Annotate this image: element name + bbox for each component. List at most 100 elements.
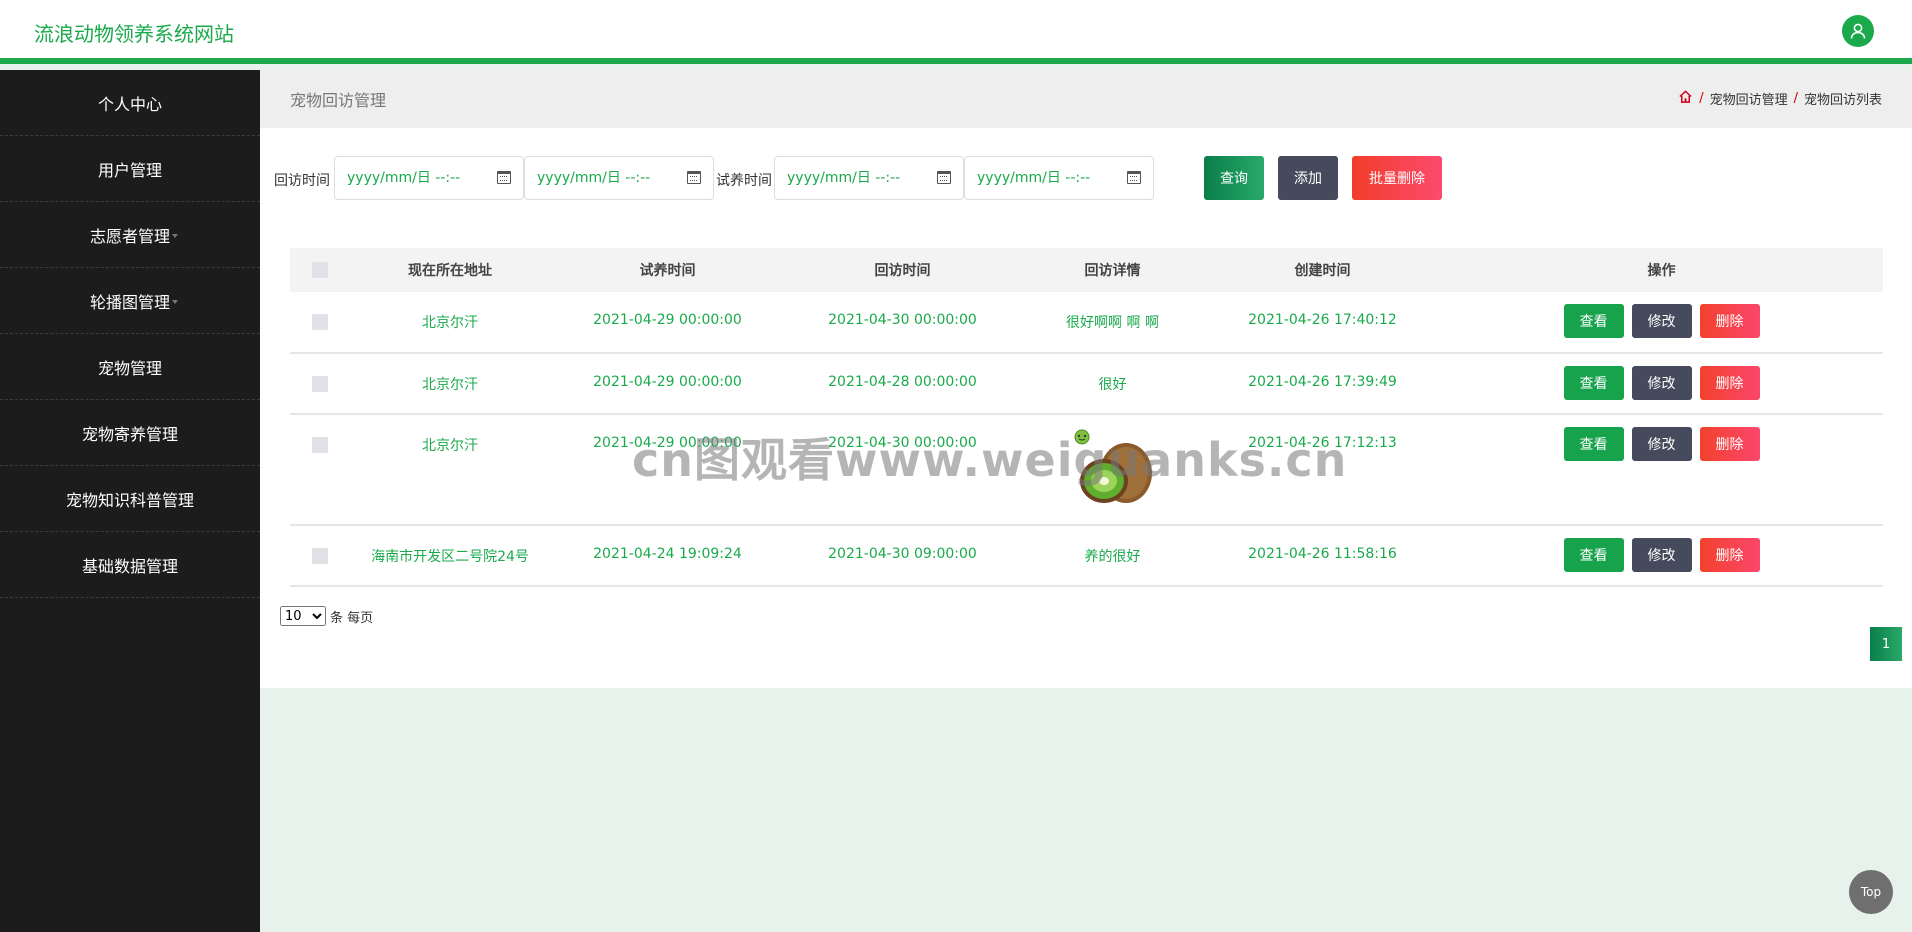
sidebar-item-base-data-management[interactable]: 基础数据管理: [0, 532, 260, 598]
page-size-suffix: 条 每页: [330, 610, 374, 626]
row-actions: 查看 修改 删除: [1440, 538, 1883, 572]
row-checkbox[interactable]: [312, 437, 328, 453]
edit-button[interactable]: 修改: [1631, 366, 1692, 400]
column-header: 现在所在地址: [408, 263, 492, 279]
input-placeholder: yyyy/mm/日 --:--: [537, 170, 651, 186]
visit-table: 现在所在地址 试养时间 回访时间 回访详情 创建时间 操作 北京尔汗 2021-…: [290, 248, 1883, 587]
main-content: 宠物回访管理 / 宠物回访管理 / 宠物回访列表 回访时间 yyyy/mm/日 …: [260, 70, 1912, 688]
view-button[interactable]: 查看: [1563, 538, 1624, 572]
calendar-icon[interactable]: [687, 171, 701, 184]
page-size-select[interactable]: 10: [280, 606, 326, 626]
view-button[interactable]: 查看: [1563, 427, 1624, 461]
top-header: 流浪动物领养系统网站: [0, 0, 1912, 64]
row-checkbox[interactable]: [312, 314, 328, 330]
sidebar-item-label: 志愿者管理: [89, 226, 170, 246]
visit-time-cell: 2021-04-30 09:00:00: [828, 546, 977, 562]
calendar-icon[interactable]: [497, 171, 511, 184]
page-size-control: 10 条 每页: [280, 606, 373, 626]
created-time-cell: 2021-04-26 11:58:16: [1248, 546, 1397, 562]
caret-down-icon: [172, 300, 178, 304]
table-row: 北京尔汗 2021-04-29 00:00:00 2021-04-28 00:0…: [290, 354, 1883, 415]
caret-down-icon: [172, 234, 178, 238]
sidebar-item-label: 轮播图管理: [89, 292, 170, 312]
row-actions: 查看 修改 删除: [1440, 366, 1883, 400]
delete-button[interactable]: 删除: [1699, 304, 1760, 338]
bulk-delete-button[interactable]: 批量删除: [1352, 156, 1442, 200]
column-header: 回访时间: [874, 263, 931, 279]
row-checkbox[interactable]: [312, 548, 328, 564]
visit-time-end-input[interactable]: yyyy/mm/日 --:--: [524, 156, 714, 200]
calendar-icon[interactable]: [937, 171, 951, 184]
created-time-cell: 2021-04-26 17:39:49: [1248, 374, 1397, 390]
visit-time-label: 回访时间: [274, 173, 330, 189]
view-button[interactable]: 查看: [1563, 366, 1624, 400]
table-row: 海南市开发区二号院24号 2021-04-24 19:09:24 2021-04…: [290, 526, 1883, 587]
edit-button[interactable]: 修改: [1631, 304, 1692, 338]
sidebar-item-pet-knowledge-management[interactable]: 宠物知识科普管理: [0, 466, 260, 532]
address-cell: 北京尔汗: [422, 438, 478, 454]
table-row: 北京尔汗 2021-04-29 00:00:00 2021-04-30 00:0…: [290, 292, 1883, 354]
pagination-page-1[interactable]: 1: [1870, 627, 1902, 661]
visit-time-start-input[interactable]: yyyy/mm/日 --:--: [334, 156, 524, 200]
detail-cell: 很好啊啊 啊 啊: [1066, 315, 1159, 331]
trial-time-end-input[interactable]: yyyy/mm/日 --:--: [964, 156, 1154, 200]
query-button[interactable]: 查询: [1204, 156, 1264, 200]
watermark: cn图观看www.weiguanks.cn: [632, 433, 1348, 487]
column-header: 操作: [1647, 263, 1676, 279]
sidebar-item-label: 宠物管理: [97, 358, 162, 378]
sidebar-item-label: 用户管理: [97, 160, 162, 180]
column-header: 试养时间: [639, 263, 696, 279]
delete-button[interactable]: 删除: [1699, 366, 1760, 400]
delete-button[interactable]: 删除: [1699, 538, 1760, 572]
sidebar-item-pet-management[interactable]: 宠物管理: [0, 334, 260, 400]
visit-time-cell: 2021-04-30 00:00:00: [828, 312, 977, 328]
edit-button[interactable]: 修改: [1631, 427, 1692, 461]
sidebar-item-label: 基础数据管理: [81, 556, 178, 576]
address-cell: 北京尔汗: [422, 315, 478, 331]
page-title: 宠物回访管理: [290, 91, 387, 110]
visit-time-cell: 2021-04-28 00:00:00: [828, 374, 977, 390]
input-placeholder: yyyy/mm/日 --:--: [347, 170, 461, 186]
add-button[interactable]: 添加: [1278, 156, 1338, 200]
trial-time-cell: 2021-04-24 19:09:24: [593, 546, 742, 562]
breadcrumb-separator: /: [1699, 91, 1704, 106]
edit-button[interactable]: 修改: [1631, 538, 1692, 572]
trial-time-label: 试养时间: [716, 173, 772, 189]
sidebar-item-volunteer-management[interactable]: 志愿者管理: [0, 202, 260, 268]
input-placeholder: yyyy/mm/日 --:--: [977, 170, 1091, 186]
select-all-checkbox[interactable]: [312, 262, 328, 278]
trial-time-start-input[interactable]: yyyy/mm/日 --:--: [774, 156, 964, 200]
sidebar: 个人中心 用户管理 志愿者管理 轮播图管理 宠物管理 宠物寄养管理 宠物知识科普…: [0, 70, 260, 932]
site-brand[interactable]: 流浪动物领养系统网站: [34, 18, 234, 47]
input-placeholder: yyyy/mm/日 --:--: [787, 170, 901, 186]
sidebar-item-user-management[interactable]: 用户管理: [0, 136, 260, 202]
detail-cell: 养的很好: [1084, 549, 1141, 565]
sidebar-item-carousel-management[interactable]: 轮播图管理: [0, 268, 260, 334]
row-actions: 查看 修改 删除: [1440, 304, 1883, 338]
row-checkbox[interactable]: [312, 376, 328, 392]
created-time-cell: 2021-04-26 17:40:12: [1248, 312, 1397, 328]
sidebar-item-pet-foster-management[interactable]: 宠物寄养管理: [0, 400, 260, 466]
column-header: 创建时间: [1294, 263, 1351, 279]
sidebar-item-label: 宠物知识科普管理: [65, 490, 194, 510]
back-to-top-button[interactable]: Top: [1849, 870, 1893, 914]
search-bar: 回访时间 yyyy/mm/日 --:-- yyyy/mm/日 --:-- 试养时…: [274, 156, 1574, 200]
address-cell: 海南市开发区二号院24号: [371, 549, 529, 565]
breadcrumb-separator: /: [1793, 91, 1798, 106]
address-cell: 北京尔汗: [422, 377, 478, 393]
sidebar-item-label: 宠物寄养管理: [81, 424, 178, 444]
delete-button[interactable]: 删除: [1699, 427, 1760, 461]
sidebar-item-personal-center[interactable]: 个人中心: [0, 70, 260, 136]
detail-cell: 很好: [1098, 377, 1127, 393]
calendar-icon[interactable]: [1127, 171, 1141, 184]
breadcrumb-item-visit-management[interactable]: 宠物回访管理: [1710, 89, 1788, 108]
sidebar-item-label: 个人中心: [97, 94, 162, 114]
column-header: 回访详情: [1084, 263, 1141, 279]
trial-time-cell: 2021-04-29 00:00:00: [593, 312, 742, 328]
home-icon[interactable]: [1678, 89, 1693, 108]
breadcrumb-item-visit-list: 宠物回访列表: [1803, 93, 1882, 108]
view-button[interactable]: 查看: [1563, 304, 1624, 338]
trial-time-cell: 2021-04-29 00:00:00: [593, 374, 742, 390]
user-icon[interactable]: [1842, 15, 1874, 47]
table-header: 现在所在地址 试养时间 回访时间 回访详情 创建时间 操作: [290, 248, 1883, 292]
